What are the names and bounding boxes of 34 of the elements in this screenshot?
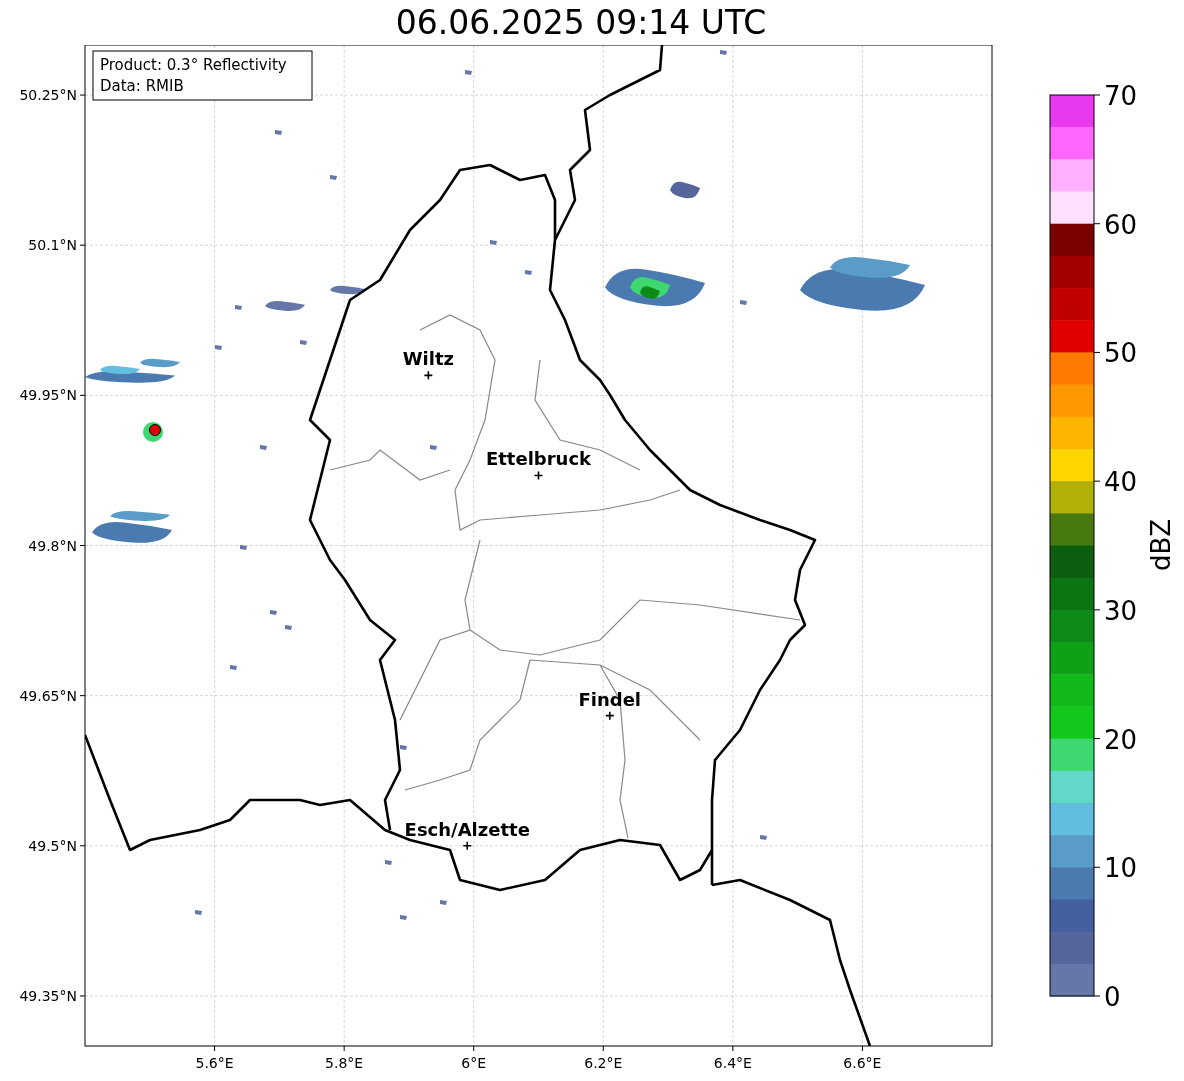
- axis-tick-label: 6.4°E: [713, 1055, 752, 1071]
- colorbar-tick-label: 40: [1104, 467, 1138, 498]
- city-marker-icon: [462, 841, 473, 851]
- info-text: Data: RMIB: [100, 77, 184, 95]
- city-marker-icon: [533, 470, 544, 481]
- city-label: Wiltz: [402, 348, 454, 370]
- city-label: Findel: [578, 688, 642, 710]
- axis-tick-label: 49.5°N: [28, 837, 77, 854]
- colorbar-tick-label: 30: [1104, 595, 1138, 626]
- axis-tick-label: 5.6°E: [195, 1055, 234, 1071]
- city-marker-icon: [604, 710, 615, 721]
- axis-tick-label: 49.8°N: [28, 537, 77, 554]
- city-label: Ettelbruck: [485, 448, 592, 470]
- axis-tick-label: 5.8°E: [325, 1055, 364, 1071]
- colorbar-tick-label: 10: [1104, 853, 1138, 884]
- colorbar-label: dBZ: [1146, 518, 1176, 572]
- axis-tick-label: 50.25°N: [19, 87, 77, 104]
- axis-tick-label: 6.6°E: [843, 1055, 882, 1071]
- axis-tick-label: 49.35°N: [19, 987, 77, 1004]
- axis-tick-label: 6.2°E: [584, 1055, 623, 1071]
- city-label: Esch/Alzette: [404, 818, 530, 840]
- colorbar-tick-label: 20: [1104, 724, 1138, 755]
- colorbar-tick-label: 60: [1104, 209, 1138, 240]
- colorbar-tick-label: 0: [1104, 982, 1121, 1012]
- radar-site-icon: [143, 422, 163, 442]
- chart-title: 06.06.2025 09:14 UTC: [394, 2, 768, 44]
- axis-tick-label: 50.1°N: [28, 237, 77, 254]
- city-marker-icon: [423, 370, 434, 381]
- info-text: Product: 0.3° Reflectivity: [100, 56, 287, 74]
- colorbar-tick-label: 70: [1104, 81, 1138, 111]
- axis-tick-label: 49.65°N: [19, 687, 77, 704]
- colorbar-tick-label: 50: [1104, 338, 1138, 369]
- axis-tick-label: 49.95°N: [19, 387, 77, 404]
- axis-tick-label: 6°E: [461, 1055, 487, 1071]
